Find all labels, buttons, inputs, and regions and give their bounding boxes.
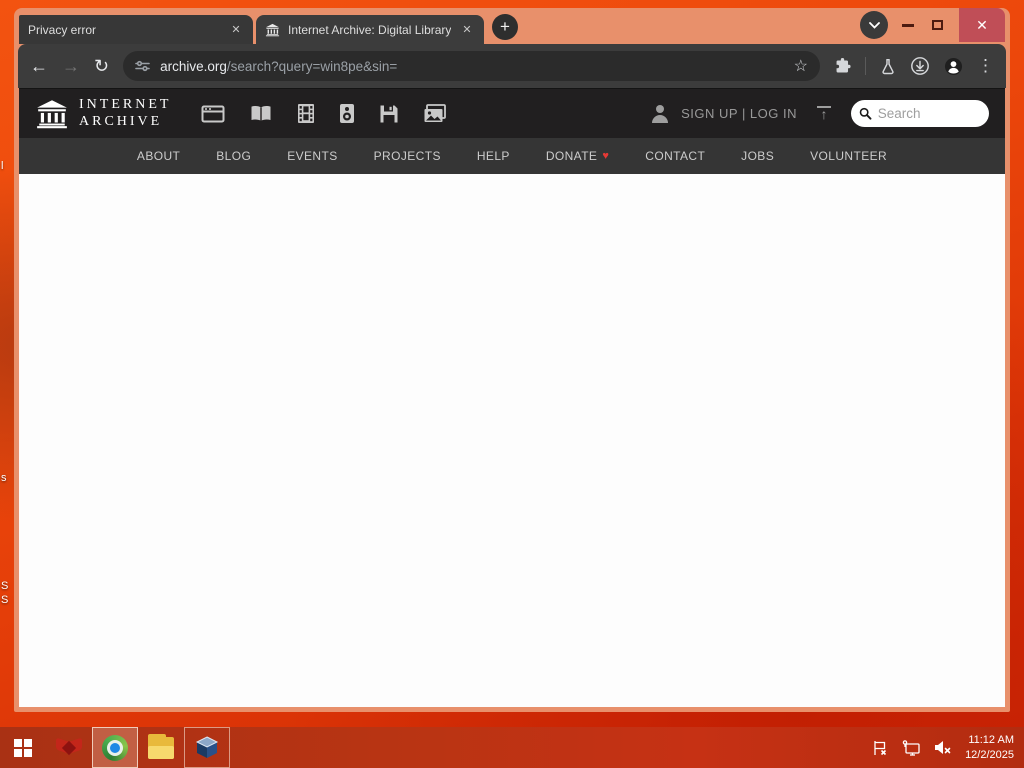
- windows-logo-icon: [14, 738, 32, 757]
- tab-title: Internet Archive: Digital Library: [288, 22, 451, 37]
- network-status-icon[interactable]: [902, 739, 921, 756]
- texts-icon[interactable]: [249, 104, 273, 124]
- chrome-icon: [102, 734, 128, 761]
- browser-window: Privacy error ✕ Internet Archive: Digita…: [14, 8, 1010, 712]
- internet-archive-logo[interactable]: INTERNET ARCHIVE: [35, 97, 171, 129]
- logo-line-2: ARCHIVE: [79, 113, 163, 129]
- close-button[interactable]: ✕: [959, 8, 1005, 42]
- desktop-icon-label-fragment: S: [1, 594, 9, 606]
- tab-internet-archive[interactable]: Internet Archive: Digital Library ✕: [256, 15, 484, 44]
- taskbar-file-explorer[interactable]: [138, 727, 184, 768]
- forward-icon[interactable]: →: [62, 57, 80, 75]
- extensions-icon[interactable]: [834, 57, 851, 75]
- address-bar[interactable]: archive.org/search?query=win8pe&sin= ☆: [123, 51, 820, 81]
- nav-jobs[interactable]: JOBS: [741, 149, 774, 163]
- nav-contact[interactable]: CONTACT: [645, 149, 705, 163]
- software-icon[interactable]: [379, 104, 399, 124]
- upload-arrow-glyph: ↑: [820, 106, 828, 123]
- browser-toolbar: ← → ↻ archive.org/search?query=win8pe&si…: [18, 44, 1006, 88]
- internet-archive-favicon-icon: [265, 23, 280, 37]
- taskbar-virtualbox[interactable]: [184, 727, 230, 768]
- new-tab-button[interactable]: +: [492, 14, 518, 40]
- nav-events[interactable]: EVENTS: [287, 149, 337, 163]
- minimize-button[interactable]: [902, 23, 914, 27]
- volume-muted-icon[interactable]: [934, 740, 952, 755]
- url-text: archive.org/search?query=win8pe&sin=: [160, 59, 784, 74]
- images-icon[interactable]: [423, 103, 447, 124]
- signup-login-link[interactable]: SIGN UP | LOG IN: [681, 106, 797, 121]
- web-page: INTERNET ARCHIVE SIGN UP | LOG IN ↑ Sear…: [19, 88, 1005, 707]
- desktop-icon-label-fragment: S: [1, 580, 9, 592]
- download-icon[interactable]: [910, 56, 930, 76]
- logo-wordmark: INTERNET ARCHIVE: [79, 97, 171, 129]
- search-icon: [859, 107, 872, 120]
- url-domain: archive.org: [160, 58, 227, 74]
- tab-title: Privacy error: [28, 22, 97, 37]
- taskbar-red-app[interactable]: [46, 727, 92, 768]
- flask-icon[interactable]: [880, 58, 896, 75]
- toolbar-separator: [865, 57, 866, 75]
- clock-time: 11:12 AM: [968, 733, 1014, 746]
- upload-icon[interactable]: ↑: [817, 106, 831, 121]
- taskbar: 11:12 AM 12/2/2025: [0, 727, 1024, 768]
- browser-menu-icon[interactable]: ⋮: [977, 56, 994, 76]
- page-content-blank: [19, 174, 1005, 707]
- back-icon[interactable]: ←: [30, 57, 48, 75]
- web-icon[interactable]: [201, 104, 225, 124]
- nav-blog[interactable]: BLOG: [216, 149, 251, 163]
- search-input[interactable]: [877, 106, 981, 121]
- bookmark-star-icon[interactable]: ☆: [794, 56, 808, 76]
- virtualbox-icon: [195, 735, 219, 758]
- reload-icon[interactable]: ↻: [94, 57, 109, 75]
- internet-archive-header: INTERNET ARCHIVE SIGN UP | LOG IN ↑ Sear…: [19, 88, 1005, 138]
- system-tray: 11:12 AM 12/2/2025: [872, 733, 1024, 763]
- nav-about[interactable]: ABOUT: [137, 149, 180, 163]
- url-path: /search?query=win8pe&sin=: [226, 58, 398, 74]
- site-settings-icon[interactable]: [135, 60, 150, 72]
- desktop-icon-label-fragment: l: [1, 160, 4, 172]
- header-right: SIGN UP | LOG IN ↑: [651, 100, 989, 127]
- taskbar-clock[interactable]: 11:12 AM 12/2/2025: [965, 733, 1014, 763]
- nav-donate-label: DONATE: [545, 149, 598, 163]
- clock-date: 12/2/2025: [965, 748, 1014, 761]
- temple-icon: [37, 99, 67, 128]
- nav-donate[interactable]: DONATE ♥: [546, 149, 609, 163]
- profile-icon[interactable]: [944, 57, 963, 76]
- site-search-box[interactable]: [851, 100, 989, 127]
- nav-volunteer[interactable]: VOLUNTEER: [810, 149, 887, 163]
- maximize-button[interactable]: [932, 20, 943, 30]
- media-type-icons: [201, 103, 447, 124]
- account-person-icon[interactable]: [651, 104, 669, 123]
- folder-icon: [148, 733, 174, 759]
- audio-icon[interactable]: [339, 103, 355, 124]
- tab-close-icon[interactable]: ✕: [228, 22, 244, 38]
- heart-icon: ♥: [602, 150, 610, 162]
- tab-search-button[interactable]: [860, 11, 888, 39]
- tab-close-icon[interactable]: ✕: [459, 22, 475, 38]
- video-icon[interactable]: [297, 103, 315, 124]
- start-button[interactable]: [0, 727, 46, 768]
- taskbar-chrome[interactable]: [92, 727, 138, 768]
- internet-archive-nav: ABOUT BLOG EVENTS PROJECTS HELP DONATE ♥ …: [19, 138, 1005, 174]
- nav-projects[interactable]: PROJECTS: [374, 149, 441, 163]
- action-center-flag-icon[interactable]: [872, 740, 889, 756]
- desktop-icon-label-fragment: s: [1, 472, 7, 484]
- red-app-icon: [56, 736, 82, 760]
- logo-line-1: INTERNET: [79, 97, 172, 113]
- tab-privacy-error[interactable]: Privacy error ✕: [19, 15, 253, 44]
- nav-help[interactable]: HELP: [477, 149, 510, 163]
- tab-strip: Privacy error ✕ Internet Archive: Digita…: [19, 8, 1005, 44]
